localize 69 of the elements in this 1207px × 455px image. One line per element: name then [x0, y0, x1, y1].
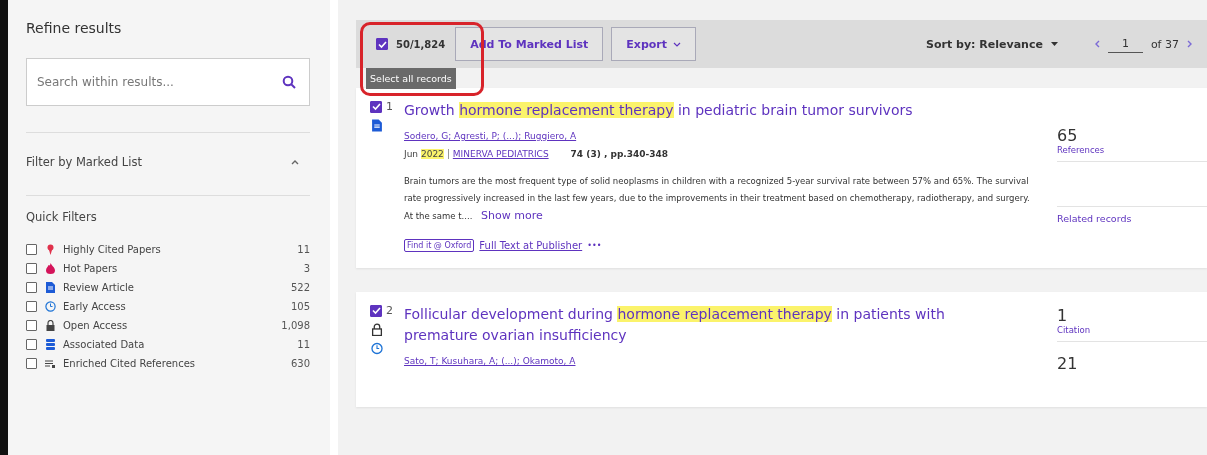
caret-icon	[673, 41, 682, 47]
checkbox[interactable]	[26, 301, 37, 312]
clock-icon	[45, 301, 56, 312]
caret-icon	[1050, 42, 1058, 46]
checkbox[interactable]	[26, 358, 37, 369]
filter-count: 3	[303, 263, 310, 274]
list-icon	[45, 358, 56, 369]
filter-label[interactable]: Early Access	[63, 301, 291, 312]
find-it-badge[interactable]: Find it @ Oxford	[404, 239, 475, 252]
record-number: 2	[386, 304, 393, 317]
lock-icon	[45, 320, 56, 331]
filter-count: 105	[290, 301, 310, 312]
section-title: Quick Filters	[26, 210, 98, 224]
metric-value[interactable]: 1	[1057, 306, 1207, 325]
filter-label[interactable]: Review Article	[63, 282, 291, 293]
record-checkbox[interactable]	[370, 100, 382, 113]
search-field[interactable]: Search within results...	[26, 58, 310, 106]
document-icon	[371, 119, 383, 132]
export-button[interactable]: Export	[611, 27, 697, 61]
selected-count: 50/1,824	[396, 38, 446, 50]
checkbox[interactable]	[26, 244, 37, 255]
lock-icon	[371, 323, 383, 336]
publication-date: Jun 2022	[404, 149, 444, 159]
authors-link[interactable]: Sodero, G; Agresti, P; (...); Ruggiero, A	[404, 131, 1037, 141]
checkbox[interactable]	[26, 339, 37, 350]
more-options-button[interactable]: •••	[587, 241, 602, 250]
section-title: Filter by Marked List	[26, 155, 142, 169]
filter-label[interactable]: Hot Papers	[63, 263, 304, 274]
next-page-icon[interactable]	[1187, 40, 1193, 48]
metric-label: References	[1057, 145, 1106, 155]
record-number: 1	[386, 100, 393, 113]
filter-label[interactable]: Associated Data	[63, 339, 298, 350]
checkbox[interactable]	[26, 282, 37, 293]
filter-count: 11	[297, 244, 310, 255]
checkbox[interactable]	[26, 263, 37, 274]
search-icon[interactable]	[282, 75, 296, 89]
database-icon	[45, 339, 56, 350]
previous-page-icon[interactable]	[1093, 40, 1100, 48]
filter-label[interactable]: Open Access	[63, 320, 282, 331]
filter-count: 1,098	[281, 320, 310, 331]
sidebar-title: Refine results	[26, 20, 123, 36]
tooltip: Select all records	[366, 68, 456, 89]
select-all-checkbox[interactable]	[376, 38, 388, 50]
record-checkbox[interactable]	[370, 304, 382, 317]
metric-label: Citation	[1057, 325, 1092, 335]
metric-value[interactable]: 21	[1057, 354, 1207, 373]
abstract-text: Brain tumors are the most frequent type of solid neoplasms in children with a recognized 5-year survival rate between 57% and 65%. The survival rate progressively increased in the last few years, due to the improvements in their treatment based on chemotherapy, radiotherapy, and surgery. At the same t.... Show more	[404, 175, 1031, 224]
record-title[interactable]: Follicular development during hormone replacement therapy in patients with premature ovarian insufficiency	[404, 304, 994, 346]
related-records-link[interactable]: Related records	[1057, 206, 1207, 224]
filter-count: 630	[290, 358, 310, 369]
sort-dropdown[interactable]: Sort by: Relevance	[920, 36, 1064, 52]
authors-link[interactable]: Sato, T; Kusuhara, A; (...); Okamoto, A	[404, 356, 1037, 366]
flame-icon	[45, 263, 56, 274]
filter-label[interactable]: Highly Cited Papers	[63, 244, 298, 255]
full-text-link[interactable]: Full Text at Publisher	[479, 240, 583, 251]
page-total: of 37	[1150, 37, 1179, 51]
clock-icon	[371, 342, 383, 355]
metric-value[interactable]: 65	[1057, 126, 1207, 145]
filter-count: 11	[297, 339, 310, 350]
filter-label[interactable]: Enriched Cited References	[63, 358, 291, 369]
collapse-icon[interactable]	[290, 159, 300, 165]
journal-link[interactable]: MINERVA PEDIATRICS	[447, 149, 549, 159]
record-title[interactable]: Growth hormone replacement therapy in pediatric brain tumor survivors	[404, 100, 994, 121]
checkbox[interactable]	[26, 320, 37, 331]
document-icon	[45, 282, 56, 293]
volume-pages: 74 (3) , pp.340-348	[570, 149, 669, 159]
filter-count: 522	[290, 282, 310, 293]
show-more-link[interactable]: Show more	[481, 209, 543, 222]
page-field[interactable]: 1	[1107, 35, 1143, 53]
